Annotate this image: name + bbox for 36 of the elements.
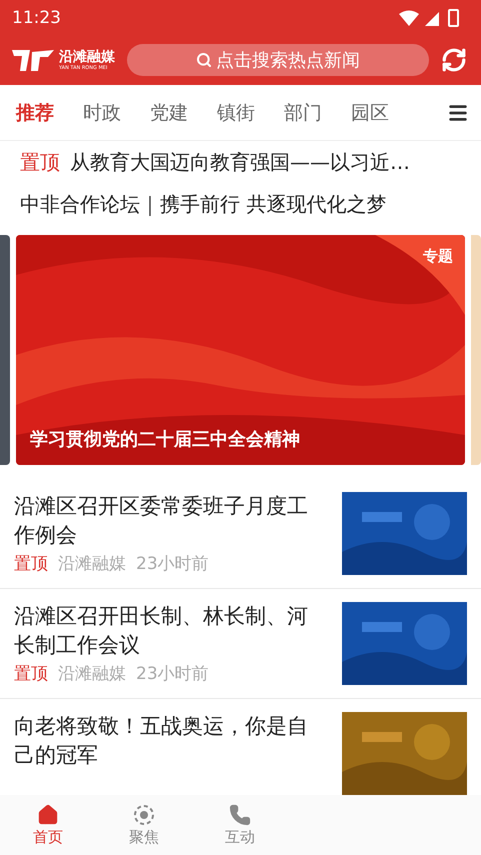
target-icon bbox=[133, 804, 155, 826]
category-tab[interactable]: 镇街 bbox=[217, 100, 255, 126]
news-source: 沿滩融媒 bbox=[58, 663, 126, 685]
news-time: 23小时前 bbox=[136, 663, 209, 685]
pinned-tag: 置顶 bbox=[14, 552, 48, 575]
topic-label: 专题 bbox=[423, 247, 453, 266]
search-icon bbox=[196, 52, 212, 68]
headline-link[interactable]: 从教育大国迈向教育强国——以习近… bbox=[70, 148, 410, 176]
pinned-tag: 置顶 bbox=[20, 148, 60, 176]
logo-icon bbox=[10, 47, 56, 73]
headline-link[interactable]: 中非合作论坛｜携手前行 共逐现代化之梦 bbox=[20, 190, 386, 218]
wifi-icon bbox=[399, 10, 419, 26]
category-tab[interactable]: 部门 bbox=[284, 100, 322, 126]
nav-tab[interactable]: 聚焦 bbox=[96, 795, 192, 855]
news-title: 向老将致敬！五战奥运，你是自己的冠军 bbox=[14, 713, 309, 769]
status-time: 11:23 bbox=[12, 8, 61, 28]
banner-caption: 学习贯彻党的二十届三中全会精神 bbox=[30, 428, 300, 451]
banner-card[interactable]: 专题 学习贯彻党的二十届三中全会精神 bbox=[16, 235, 465, 465]
category-tab[interactable]: 推荐 bbox=[16, 100, 54, 126]
phone-icon bbox=[229, 804, 251, 826]
nav-tab[interactable]: 互动 bbox=[192, 795, 288, 855]
category-tab[interactable]: 时政 bbox=[83, 100, 121, 126]
refresh-icon[interactable] bbox=[441, 47, 467, 73]
pinned-tag: 置顶 bbox=[14, 662, 48, 685]
news-title: 沿滩区召开区委常委班子月度工作例会 bbox=[14, 493, 309, 549]
nav-tab[interactable]: 首页 bbox=[0, 795, 96, 855]
logo-text: 沿滩融媒 bbox=[59, 48, 115, 64]
category-tab[interactable]: 党建 bbox=[150, 100, 188, 126]
news-time: 23小时前 bbox=[136, 553, 209, 575]
news-title: 沿滩区召开田长制、林长制、河长制工作会议 bbox=[14, 603, 309, 659]
news-source: 沿滩融媒 bbox=[58, 553, 126, 575]
search-field[interactable]: 点击搜索热点新闻 bbox=[127, 44, 429, 76]
home-icon bbox=[37, 804, 59, 826]
category-tab[interactable]: 园区 bbox=[351, 100, 389, 126]
battery-icon bbox=[448, 8, 459, 26]
signal-icon bbox=[425, 12, 439, 26]
